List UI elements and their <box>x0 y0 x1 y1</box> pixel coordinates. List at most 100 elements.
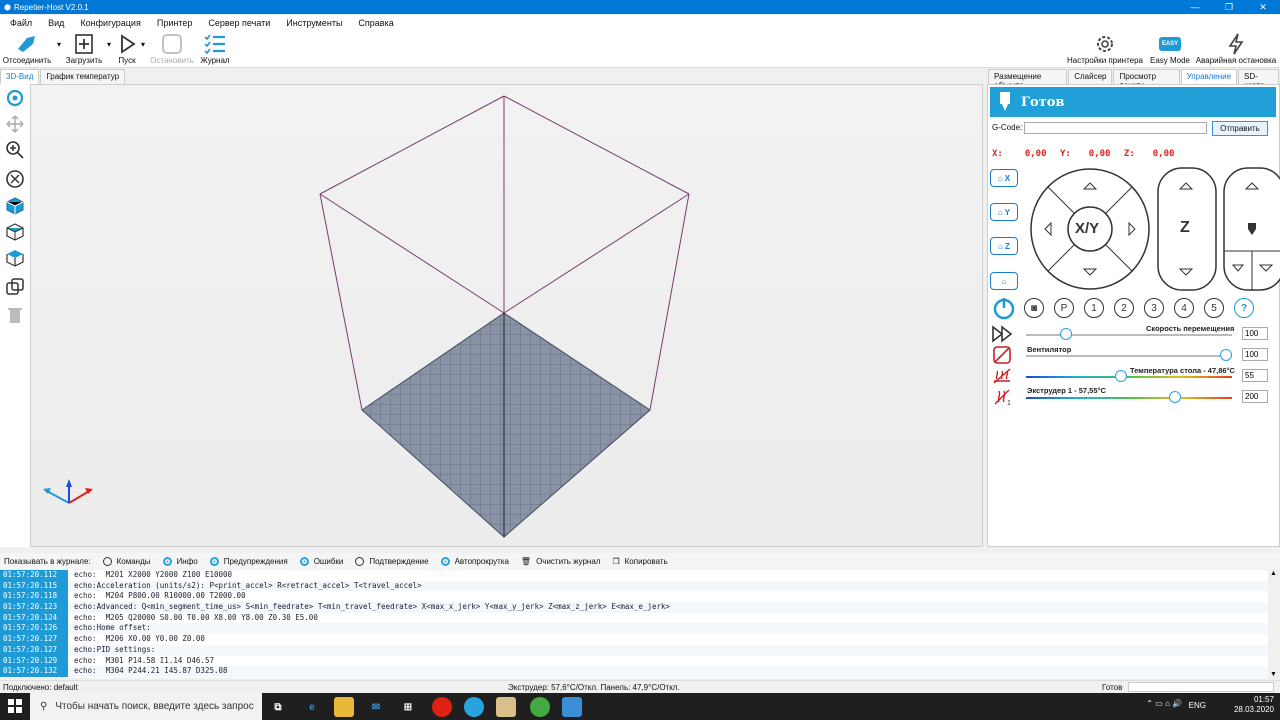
copy-log-button[interactable]: ❐ Копировать <box>612 557 667 566</box>
top-view-icon[interactable] <box>4 247 26 269</box>
autoscroll-toggle[interactable]: Автопрокрутка <box>440 556 509 566</box>
help-button[interactable]: ? <box>1234 298 1254 318</box>
preset-3-button[interactable]: 3 <box>1144 298 1164 318</box>
iso-view-icon[interactable] <box>4 195 26 217</box>
taskbar: ⚲ Чтобы начать поиск, введите здесь запр… <box>0 693 1280 720</box>
preset-5-button[interactable]: 5 <box>1204 298 1224 318</box>
autoscroll-radio[interactable] <box>440 556 450 566</box>
load-button[interactable]: Загрузить <box>64 32 104 65</box>
menu-print-server[interactable]: Сервер печати <box>208 18 270 28</box>
edge-icon[interactable]: e <box>302 697 322 717</box>
home-z-button[interactable]: ⌂ Z <box>990 237 1018 255</box>
park-button[interactable]: P <box>1054 298 1074 318</box>
fit-view-icon[interactable] <box>4 168 26 190</box>
printer-settings-button[interactable]: Настройки принтера <box>1065 32 1145 65</box>
preset-1-button[interactable]: 1 <box>1084 298 1104 318</box>
windows-start-icon[interactable] <box>8 699 22 715</box>
menu-tools[interactable]: Инструменты <box>286 18 342 28</box>
tab-control[interactable]: Управление <box>1180 69 1238 84</box>
move-icon[interactable] <box>4 113 26 135</box>
errors-radio[interactable] <box>299 556 309 566</box>
zoom-icon[interactable] <box>4 139 26 161</box>
run-button[interactable]: Пуск <box>114 32 140 65</box>
filter-errors[interactable]: Ошибки <box>299 556 343 566</box>
home-y-button[interactable]: ⌂ Y <box>990 203 1018 221</box>
trash-icon[interactable] <box>4 304 26 326</box>
tab-sd-card[interactable]: SD-карта <box>1238 69 1280 90</box>
home-x-button[interactable]: ⌂ X <box>990 169 1018 187</box>
store-icon[interactable]: ⊞ <box>398 697 418 717</box>
fan-toggle-button[interactable]: ◙ <box>1024 298 1044 318</box>
extruder-input[interactable] <box>1242 390 1268 403</box>
language-indicator[interactable]: ENG <box>1189 701 1206 711</box>
commands-radio[interactable] <box>102 556 112 566</box>
clear-log-button[interactable]: 🗑 Очистить журнал <box>521 557 601 566</box>
build-volume <box>319 95 690 537</box>
speed-slider[interactable] <box>1060 328 1072 340</box>
fan-off-icon[interactable] <box>991 346 1013 364</box>
extruder-jog-pad[interactable] <box>1223 167 1280 291</box>
send-button[interactable]: Отправить <box>1212 121 1268 136</box>
scroll-up-icon[interactable]: ▲ <box>1270 570 1277 577</box>
opera-icon[interactable] <box>432 697 452 717</box>
front-view-icon[interactable] <box>4 221 26 243</box>
menu-help[interactable]: Справка <box>358 18 393 28</box>
tab-3d-view[interactable]: 3D-Вид <box>0 69 40 84</box>
bed-input[interactable] <box>1242 369 1268 382</box>
filter-ack[interactable]: Подтверждение <box>355 556 429 566</box>
speed-input[interactable] <box>1242 327 1268 340</box>
load-dropdown[interactable]: ▾ <box>106 40 112 49</box>
3d-viewport[interactable] <box>30 84 983 547</box>
menu-config[interactable]: Конфигурация <box>80 18 140 28</box>
extruder-slider[interactable] <box>1169 391 1181 403</box>
gcode-input[interactable] <box>1024 122 1207 134</box>
tab-print-preview[interactable]: Просмотр печати <box>1113 69 1180 90</box>
extruder-heater-off-icon[interactable]: 1 <box>991 388 1013 406</box>
stop-button[interactable]: Остановить <box>148 32 196 65</box>
mail-icon[interactable]: ✉ <box>366 697 386 717</box>
menu-printer[interactable]: Принтер <box>157 18 193 28</box>
fan-slider[interactable] <box>1220 349 1232 361</box>
bed-slider[interactable] <box>1115 370 1127 382</box>
warnings-radio[interactable] <box>209 556 219 566</box>
menu-view[interactable]: Вид <box>48 18 64 28</box>
copy-objects-icon[interactable] <box>4 276 26 298</box>
run-dropdown[interactable]: ▾ <box>140 40 146 49</box>
telegram-icon[interactable] <box>464 697 484 717</box>
chrome-icon[interactable] <box>530 697 550 717</box>
home-all-button[interactable]: ⌂ <box>990 272 1018 290</box>
explorer-icon[interactable] <box>334 697 354 717</box>
tab-temperature-graph[interactable]: График температур <box>40 69 126 84</box>
info-radio[interactable] <box>162 556 172 566</box>
preset-4-button[interactable]: 4 <box>1174 298 1194 318</box>
fan-input[interactable] <box>1242 348 1268 361</box>
log-scrollbar[interactable]: ▲ ▼ <box>1268 570 1280 678</box>
bed-row: Температура стола - 47,86°C <box>988 366 1279 386</box>
rotate-icon[interactable] <box>4 87 26 109</box>
menu-file[interactable]: Файл <box>10 18 32 28</box>
bed-heater-off-icon[interactable] <box>991 367 1013 385</box>
filter-commands[interactable]: Команды <box>102 556 151 566</box>
log-row: 01:57:20.127 echo: M206 X0.00 Y0.00 Z0.00 <box>0 634 1268 645</box>
emergency-stop-button[interactable]: Аварийная остановка <box>1195 32 1277 65</box>
disconnect-button[interactable]: Отсоединить <box>2 32 52 65</box>
preset-2-button[interactable]: 2 <box>1114 298 1134 318</box>
tab-object-placement[interactable]: Размещение объекта <box>988 69 1068 90</box>
fast-forward-icon[interactable] <box>991 325 1013 343</box>
minimize-button[interactable]: — <box>1178 0 1212 14</box>
easy-mode-button[interactable]: EASY Easy Mode <box>1148 32 1192 65</box>
repetier-taskbar-icon[interactable] <box>562 697 582 717</box>
maximize-button[interactable]: ❐ <box>1212 0 1246 14</box>
tab-slicer[interactable]: Слайсер <box>1068 69 1113 84</box>
scroll-down-icon[interactable]: ▼ <box>1270 671 1277 678</box>
close-button[interactable]: ✕ <box>1246 0 1280 14</box>
power-icon[interactable] <box>992 296 1016 320</box>
disconnect-dropdown[interactable]: ▾ <box>56 40 62 49</box>
filter-info[interactable]: Инфо <box>162 556 198 566</box>
taskbar-search[interactable]: ⚲ Чтобы начать поиск, введите здесь запр… <box>30 693 262 720</box>
filter-warnings[interactable]: Предупреждения <box>209 556 288 566</box>
app-icon[interactable] <box>496 697 516 717</box>
task-view-icon[interactable]: ⧉ <box>268 697 288 717</box>
log-button[interactable]: Журнал <box>198 32 232 65</box>
ack-radio[interactable] <box>355 556 365 566</box>
